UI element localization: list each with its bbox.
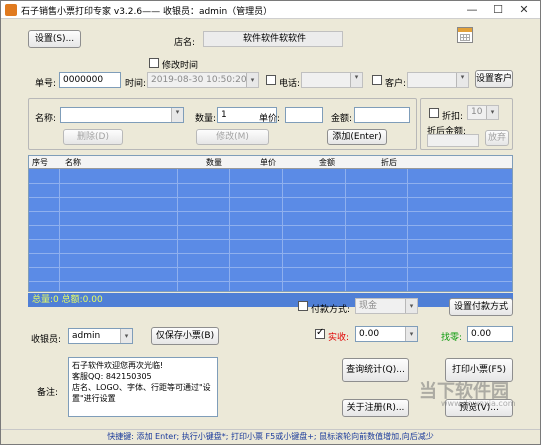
grid-line [59, 169, 60, 291]
main-window: 石子销售小票打印专家 v3.2.6—— 收银员：admin（管理员） — ☐ ✕… [0, 0, 541, 445]
receipt-app-icon [5, 4, 17, 16]
settings-button[interactable]: 设置(S)... [28, 30, 81, 48]
chevron-down-icon: ▾ [350, 73, 362, 87]
discounted-amount-field [427, 134, 479, 147]
grid-line [29, 197, 512, 198]
phone-checkbox[interactable] [266, 75, 276, 85]
column-header: 数量 [206, 158, 222, 167]
grid-line [29, 253, 512, 254]
phone-label: 电话: [279, 79, 301, 89]
calendar-icon[interactable] [457, 27, 473, 43]
grid-line [177, 169, 178, 291]
cashier-value: admin [72, 331, 101, 341]
price-input[interactable] [285, 107, 323, 123]
grid-line [229, 169, 230, 291]
chevron-down-icon: ▾ [405, 299, 417, 313]
notes-textarea[interactable]: 石子软件欢迎您再次光临! 客服QQ: 842150305 店名、LOGO、字体、… [68, 357, 218, 417]
modify-button[interactable]: 修改(M) [196, 129, 269, 145]
discount-checkbox[interactable] [429, 108, 439, 118]
grid-line [29, 267, 512, 268]
cashier-label: 收银员: [31, 335, 62, 345]
title-bar: 石子销售小票打印专家 v3.2.6—— 收银员：admin（管理员） — ☐ ✕ [1, 1, 540, 19]
store-name-field: 软件软件软软件 [203, 31, 343, 47]
discount-select: 10 ▾ [467, 105, 499, 120]
about-register-button[interactable]: 关于注册(R)... [342, 399, 409, 417]
cashier-select[interactable]: admin ▾ [68, 328, 133, 344]
modify-time-label: 修改时间 [162, 61, 199, 71]
received-label: 实收: [328, 333, 350, 343]
column-header: 单价 [260, 158, 276, 167]
chevron-down-icon: ▾ [246, 73, 258, 87]
chevron-down-icon: ▾ [486, 106, 498, 119]
grid-line [29, 281, 512, 282]
chevron-down-icon: ▾ [171, 108, 183, 122]
payment-method-value: 现金 [359, 301, 378, 311]
window-title: 石子销售小票打印专家 v3.2.6—— 收银员：admin（管理员） [21, 7, 273, 17]
column-header: 名称 [65, 158, 81, 167]
watermark-url: www.downxia.com [441, 399, 516, 408]
notes-label: 备注: [37, 388, 59, 398]
amount-input[interactable] [354, 107, 410, 123]
grid-line [29, 183, 512, 184]
received-amount-value: 0.00 [359, 329, 380, 339]
change-label: 找零: [441, 333, 463, 343]
items-table-header: 序号 名称 数量 单价 金额 折后 [29, 156, 512, 169]
add-item-button[interactable]: 添加(Enter) [327, 129, 387, 145]
change-amount-field: 0.00 [467, 326, 513, 342]
payment-method-select: 现金 ▾ [355, 298, 418, 314]
customer-checkbox[interactable] [372, 75, 382, 85]
grid-line [29, 225, 512, 226]
grid-line [29, 211, 512, 212]
price-label: 单价: [259, 114, 281, 124]
chevron-down-icon: ▾ [120, 329, 132, 343]
modify-time-checkbox[interactable] [149, 58, 159, 68]
discount-value: 10 [471, 107, 483, 117]
amount-label: 金额: [331, 114, 353, 124]
customer-select: ▾ [407, 72, 469, 88]
time-label: 时间: [125, 79, 147, 89]
phone-select: ▾ [301, 72, 363, 88]
query-statistics-button[interactable]: 查询统计(Q)... [342, 358, 409, 382]
quantity-label: 数量: [195, 114, 217, 124]
save-ticket-only-button[interactable]: 仅保存小票(B) [151, 327, 219, 345]
grid-line [29, 239, 512, 240]
items-table[interactable]: 序号 名称 数量 单价 金额 折后 [28, 155, 513, 292]
grid-line [407, 169, 408, 291]
chevron-down-icon: ▾ [405, 327, 417, 341]
payment-method-checkbox[interactable] [298, 301, 308, 311]
totals-bar: 总量:0 总额:0.00 [28, 293, 513, 307]
order-number-input[interactable]: 0000000 [59, 72, 121, 88]
discount-label: 折扣: [442, 112, 464, 122]
customer-label: 客户: [385, 79, 407, 89]
received-amount-input[interactable]: 0.00 ▾ [355, 326, 418, 342]
grid-line [282, 169, 283, 291]
close-button[interactable]: ✕ [511, 1, 537, 19]
time-value: 2019-08-30 10:50:20 [151, 75, 247, 85]
set-payment-method-button[interactable]: 设置付款方式 [449, 298, 513, 316]
time-field: 2019-08-30 10:50:20 ▾ [147, 72, 259, 88]
column-header: 金额 [319, 158, 335, 167]
discard-button[interactable]: 放弃 [485, 130, 509, 146]
shortcut-status-bar: 快捷键: 添加 Enter; 执行小键盘*; 打印小票 F5或小键盘+; 鼠标滚… [1, 429, 540, 444]
maximize-button[interactable]: ☐ [485, 1, 511, 19]
column-header: 折后 [381, 158, 397, 167]
order-number-label: 单号: [35, 79, 57, 89]
minimize-button[interactable]: — [459, 1, 485, 19]
grid-line [345, 169, 346, 291]
received-checkbox[interactable] [315, 327, 325, 339]
chevron-down-icon: ▾ [456, 73, 468, 87]
customer-settings-button[interactable]: 设置客户 [475, 70, 513, 88]
name-label: 名称: [35, 114, 57, 124]
delete-button[interactable]: 删除(D) [63, 129, 123, 145]
column-header: 序号 [32, 158, 48, 167]
item-name-select[interactable]: ▾ [60, 107, 184, 123]
payment-method-label: 付款方式: [311, 305, 351, 315]
store-label: 店名: [174, 38, 196, 48]
